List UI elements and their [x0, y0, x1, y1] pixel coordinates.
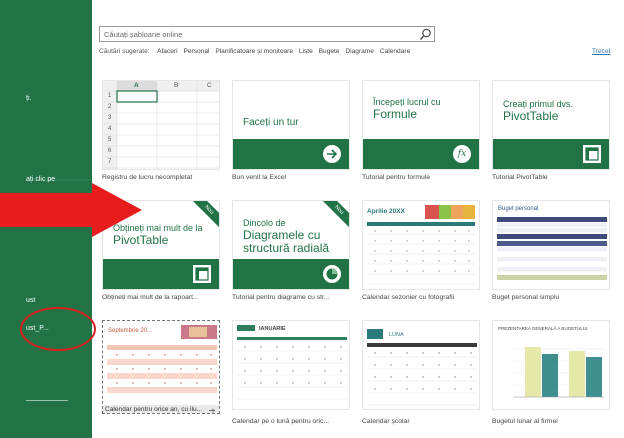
- sidebar-item-2[interactable]: ați clic pe: [26, 176, 55, 183]
- budget-preview: [497, 217, 607, 280]
- annotation-arrow: [0, 183, 142, 237]
- tile-title: IANUARIE: [259, 326, 286, 332]
- search-input[interactable]: [104, 29, 404, 40]
- calendar-preview: [237, 325, 347, 400]
- template-any-year-calendar[interactable]: Septembrie 20... Calendar pentru orice a…: [102, 320, 220, 414]
- tile-caption: Obțineți mai mult de la rapoart...: [102, 294, 199, 301]
- pin-icon[interactable]: [208, 407, 216, 414]
- tile-caption: Tutorial pentru formule: [362, 174, 431, 181]
- template-take-a-tour[interactable]: Faceți un tur: [232, 80, 350, 170]
- sidebar-divider: [26, 400, 68, 401]
- calendar-preview: [367, 329, 477, 406]
- template-blank-workbook[interactable]: A B C 1 2 3 4 5 6 7: [102, 80, 220, 170]
- function-icon: fx: [451, 143, 473, 165]
- budget-chart-preview: [513, 347, 605, 398]
- sidebar-item-1[interactable]: ți.: [26, 95, 31, 102]
- suggested-searches: Căutări sugerate: Afaceri Personal Plani…: [99, 48, 414, 55]
- tile-caption: Calendar pentru orice an, cu ilu...: [105, 406, 203, 413]
- suggested-label: Căutări sugerate:: [99, 48, 150, 55]
- col-header: A: [134, 82, 139, 89]
- col-header: C: [207, 82, 212, 89]
- blank-grid-preview: [103, 81, 219, 169]
- tile-caption: Calendar sezonier cu fotografii: [362, 294, 455, 301]
- new-workbook-pane: Căutări sugerate: Afaceri Personal Plani…: [92, 0, 624, 438]
- tile-caption: Calendar pe o lună pentru oric...: [232, 418, 330, 425]
- tile-title: Faceți un tur: [243, 117, 299, 128]
- tile-title: Septembrie 20...: [108, 328, 153, 334]
- row-header: 7: [108, 159, 112, 165]
- tile-subtitle: Formule: [373, 107, 418, 121]
- template-monthly-calendar[interactable]: IANUARIE: [232, 320, 350, 410]
- template-school-calendar[interactable]: LUNA: [362, 320, 480, 410]
- calendar-preview: [103, 325, 219, 413]
- suggestion-link[interactable]: Bugete: [319, 48, 340, 55]
- template-search-box[interactable]: [99, 26, 435, 42]
- sidebar-recent-1[interactable]: ust: [26, 297, 35, 304]
- pivot-table-icon: [581, 143, 603, 165]
- tile-caption: Calendar școlar: [362, 418, 410, 425]
- template-formulas-tutorial[interactable]: Începeți lucrul cu Formule fx: [362, 80, 480, 170]
- template-seasonal-calendar[interactable]: Aprilie 20XX: [362, 200, 480, 290]
- template-personal-budget[interactable]: Buget personal: [492, 200, 610, 290]
- tile-caption: Tutorial pentru diagrame cu str...: [232, 294, 330, 301]
- suggestion-link[interactable]: Planificatoare și monitoare: [215, 48, 293, 55]
- row-header: 2: [108, 104, 112, 110]
- tile-caption: Tutorial PivotTable: [492, 174, 548, 181]
- suggestion-link[interactable]: Liste: [299, 48, 313, 55]
- tile-caption: Bugetul lunar al firmei: [492, 418, 558, 425]
- col-header: B: [174, 82, 179, 89]
- suggestion-link[interactable]: Diagrame: [345, 48, 374, 55]
- template-pivottable-tutorial[interactable]: Creați primul dvs. PivotTable: [492, 80, 610, 170]
- tile-title: PREZENTAREA GENERALĂ A BUGETULUI: [498, 326, 588, 331]
- row-header: 1: [108, 93, 112, 99]
- annotation-circle: [20, 307, 96, 351]
- tile-caption: Registru de lucru necompletat: [102, 174, 193, 181]
- search-icon[interactable]: [419, 28, 432, 41]
- tile-subtitle: Diagramele cu structură radială: [243, 228, 330, 255]
- tile-title: Buget personal: [498, 206, 539, 212]
- template-company-budget[interactable]: PREZENTAREA GENERALĂ A BUGETULUI: [492, 320, 610, 410]
- arrow-right-icon: [321, 143, 343, 165]
- pie-chart-icon: [321, 263, 343, 285]
- row-header: 5: [108, 137, 112, 143]
- template-pie-charts[interactable]: Nou Dincolo de Diagramele cu structură r…: [232, 200, 350, 290]
- suggestion-link[interactable]: Afaceri: [157, 48, 178, 55]
- row-header: 3: [108, 115, 112, 121]
- new-badge: Nou: [318, 201, 349, 231]
- skip-link[interactable]: Trecet: [592, 48, 610, 55]
- tile-title: LUNA: [389, 332, 404, 338]
- tile-caption: Bun venit la Excel: [232, 174, 287, 181]
- suggestion-link[interactable]: Personal: [183, 48, 209, 55]
- pivot-table-icon: [191, 263, 213, 285]
- suggestion-link[interactable]: Calendare: [380, 48, 410, 55]
- row-header: 4: [108, 126, 112, 132]
- tile-title: Aprilie 20XX: [367, 208, 405, 215]
- tile-caption: Buget personal simplu: [492, 294, 560, 301]
- tile-subtitle: PivotTable: [503, 109, 559, 123]
- row-header: 6: [108, 148, 112, 154]
